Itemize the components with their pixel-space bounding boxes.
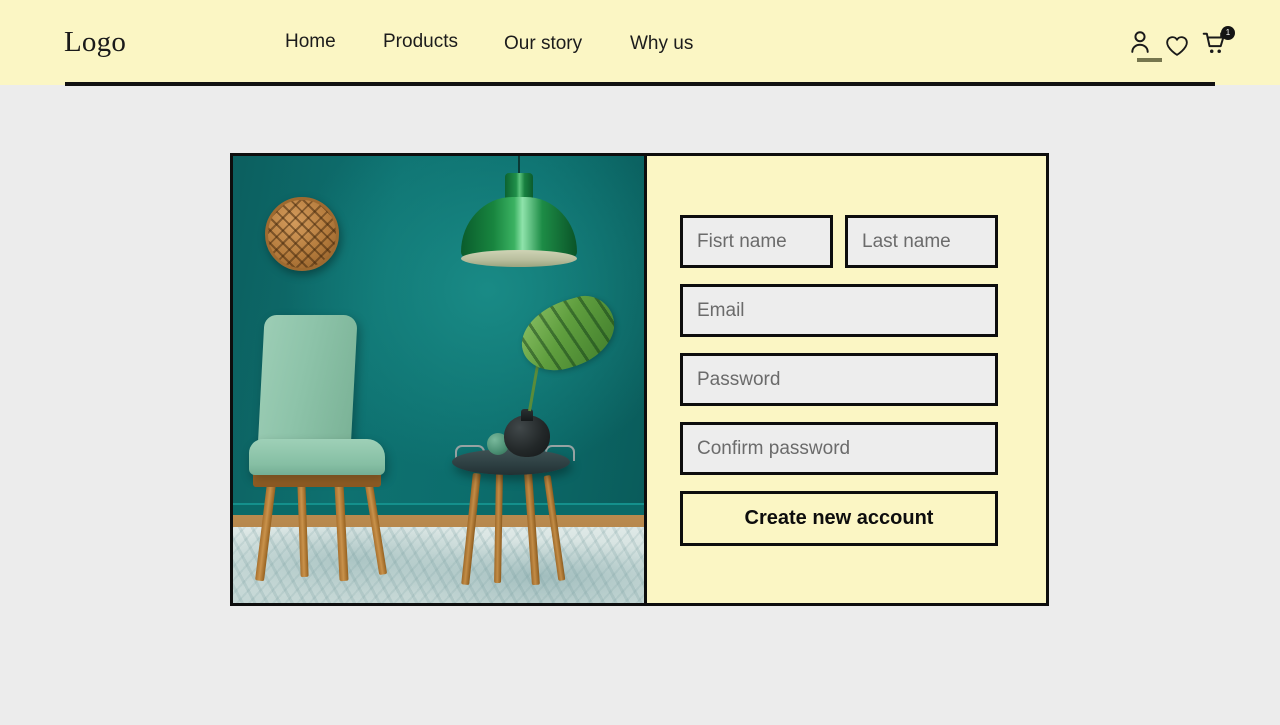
chair-backrest [257,315,358,455]
lamp-cord [518,156,520,174]
header-divider [65,82,1215,86]
logo[interactable]: Logo [64,25,126,59]
interior-photo [233,156,647,603]
user-icon [1126,28,1154,56]
cart-button[interactable]: 1 [1201,26,1235,64]
create-account-button[interactable]: Create new account [680,491,998,546]
chair-seat [249,439,385,475]
nav-item-home[interactable]: Home [285,31,336,53]
account-button[interactable] [1126,28,1162,62]
confirm-password-input[interactable] [680,422,998,475]
site-header: Logo Home Products Our story Why us 1 [0,0,1280,86]
lamp-rim [461,250,577,267]
wishlist-button[interactable] [1164,33,1192,67]
area-rug [233,527,644,603]
account-active-underline [1137,58,1162,62]
first-name-input[interactable] [680,215,833,268]
black-vase [504,415,550,457]
email-input[interactable] [680,284,998,337]
signup-card: Create new account [230,153,1049,606]
password-input[interactable] [680,353,998,406]
signup-form: Create new account [647,156,1046,603]
nav-item-why-us[interactable]: Why us [630,33,693,55]
nav-item-products[interactable]: Products [383,31,458,53]
vase-neck [521,409,533,421]
side-table-tray [452,449,570,475]
last-name-input[interactable] [845,215,998,268]
header-actions: 1 [1116,26,1235,68]
nav-item-our-story[interactable]: Our story [504,33,582,55]
cart-badge: 1 [1221,26,1235,40]
wicker-wall-disc [265,197,339,271]
name-row [680,215,998,284]
baseboard [233,503,644,515]
heart-icon [1164,33,1192,59]
